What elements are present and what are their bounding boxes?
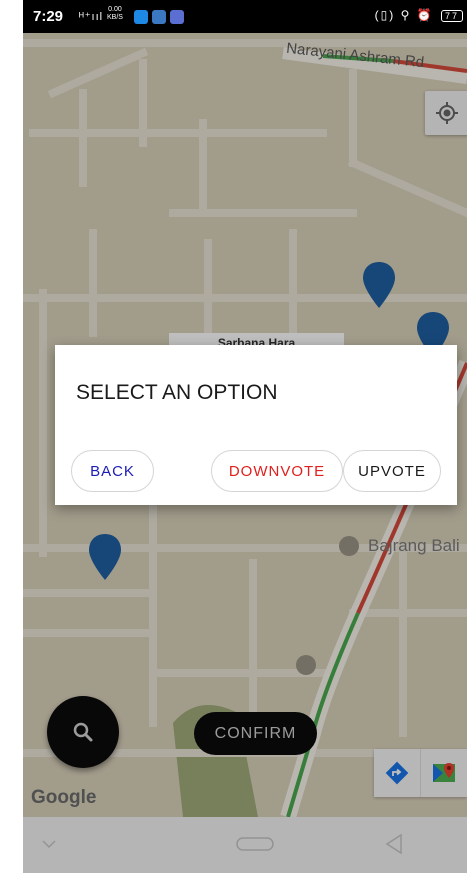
status-right-icons: (▯) ⚲ ⏰ 77: [375, 8, 463, 22]
app-notification-icon: [152, 10, 166, 24]
back-button[interactable]: BACK: [71, 450, 154, 492]
battery-icon: 77: [440, 10, 463, 22]
app-notification-icon: [170, 10, 184, 24]
signal-icon: ᴴ⁺ııl: [79, 11, 104, 23]
dialog-title: SELECT AN OPTION: [76, 381, 278, 404]
network-speed: 0.00 KB/S: [107, 6, 123, 21]
left-margin: [0, 0, 23, 873]
select-option-dialog: SELECT AN OPTION BACK DOWNVOTE UPVOTE: [55, 345, 457, 505]
status-bar: 7:29 ᴴ⁺ııl 0.00 KB/S (▯) ⚲ ⏰ 77: [23, 0, 467, 33]
status-time: 7:29: [33, 8, 64, 25]
downvote-button[interactable]: DOWNVOTE: [211, 450, 343, 492]
app-notification-icon: [134, 10, 148, 24]
upvote-button[interactable]: UPVOTE: [343, 450, 441, 492]
phone-screen: Narayani Ashram Rd Bajrang Bali Sarbana …: [23, 0, 467, 873]
